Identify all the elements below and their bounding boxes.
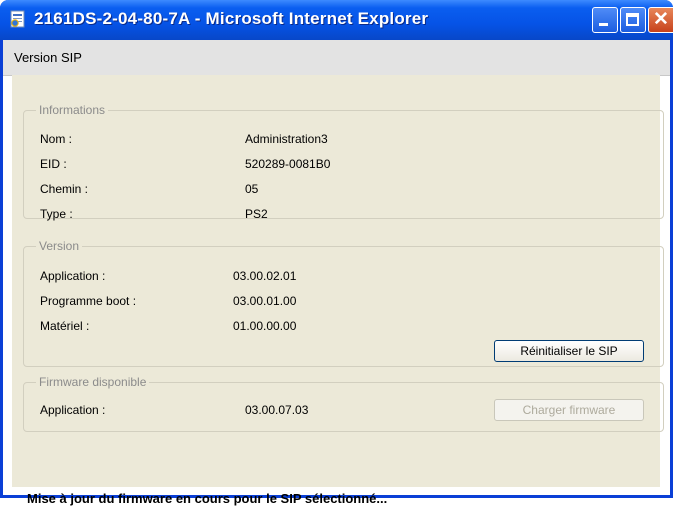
hardware-value: 01.00.00.00: [233, 319, 297, 333]
path-label: Chemin :: [40, 182, 89, 196]
name-label: Nom :: [40, 132, 73, 146]
title-bar[interactable]: 2161DS-2-04-80-7A - Microsoft Internet E…: [0, 0, 673, 40]
sip-version-panel: Informations Nom : Administration3 EID :…: [12, 75, 664, 506]
page-content: Version SIP Informations Nom : Administr…: [3, 40, 670, 506]
ie-page-icon: [10, 10, 25, 28]
name-value: Administration3: [245, 132, 328, 146]
status-message: Mise à jour du firmware en cours pour le…: [27, 491, 388, 506]
informations-legend: Informations: [39, 103, 106, 117]
page-title: Version SIP: [14, 50, 82, 65]
load-firmware-button[interactable]: Charger firmware: [494, 399, 644, 421]
firmware-application-label: Application :: [40, 403, 106, 417]
firmware-legend: Firmware disponible: [39, 375, 147, 389]
maximize-icon: [626, 13, 639, 26]
reset-sip-button[interactable]: Réinitialiser le SIP: [494, 340, 644, 362]
hardware-label: Matériel :: [40, 319, 90, 333]
page-header: Version SIP: [3, 40, 670, 76]
eid-label: EID :: [40, 157, 67, 171]
type-value: PS2: [245, 207, 268, 221]
informations-group: Informations Nom : Administration3 EID :…: [23, 103, 664, 221]
path-value: 05: [245, 182, 259, 196]
version-legend: Version: [39, 239, 80, 253]
boot-program-label: Programme boot :: [40, 294, 137, 308]
minimize-icon: [599, 23, 608, 26]
window-title: 2161DS-2-04-80-7A - Microsoft Internet E…: [34, 9, 429, 28]
browser-window: 2161DS-2-04-80-7A - Microsoft Internet E…: [0, 0, 673, 506]
firmware-group: Firmware disponible Application : 03.00.…: [23, 375, 664, 432]
firmware-application-value: 03.00.07.03: [245, 403, 309, 417]
version-group: Version Application : 03.00.02.01 Progra…: [23, 239, 664, 367]
type-label: Type :: [40, 207, 73, 221]
application-label: Application :: [40, 269, 106, 283]
maximize-button[interactable]: [620, 7, 646, 33]
close-button[interactable]: ✕: [648, 7, 673, 33]
close-icon: ✕: [653, 9, 669, 30]
eid-value: 520289-0081B0: [245, 157, 331, 171]
boot-program-value: 03.00.01.00: [233, 294, 297, 308]
minimize-button[interactable]: [592, 7, 618, 33]
application-value: 03.00.02.01: [233, 269, 297, 283]
